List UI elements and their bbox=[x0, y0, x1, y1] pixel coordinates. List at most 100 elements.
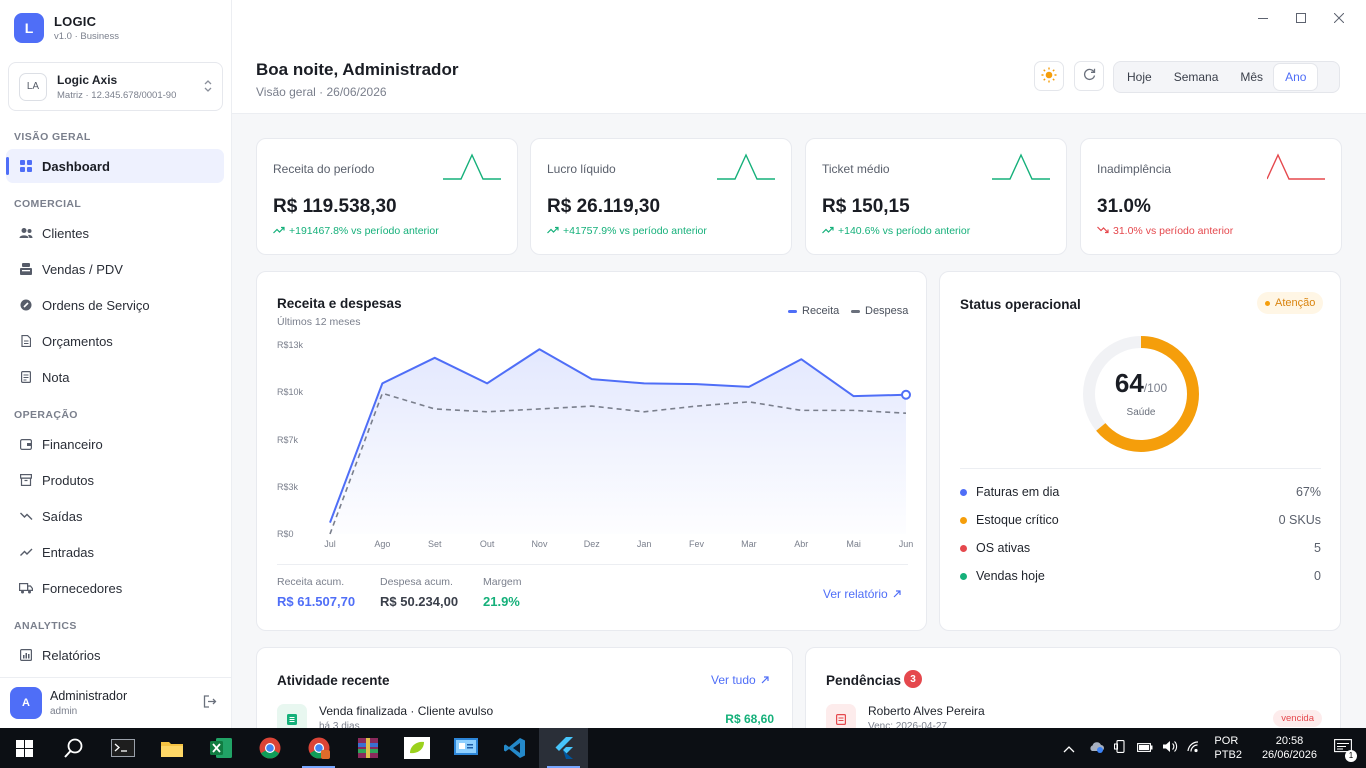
battery-icon[interactable] bbox=[1137, 741, 1153, 756]
activity-title: Atividade recente bbox=[277, 673, 390, 688]
device-icon[interactable] bbox=[1114, 740, 1127, 756]
system-tray: POR PTB2 20:58 26/06/2026 1 bbox=[1063, 728, 1366, 768]
status-row: Estoque crítico 0 SKUs bbox=[960, 513, 1321, 527]
sidebar-item-relatorios[interactable]: Relatórios bbox=[6, 638, 224, 672]
brand-version: v1.0 · Business bbox=[54, 31, 119, 42]
control-panel-icon[interactable] bbox=[441, 728, 490, 768]
company-selector[interactable]: LA Logic Axis Matriz · 12.345.678/0001-9… bbox=[8, 62, 223, 111]
company-sub: Matriz · 12.345.678/0001-90 bbox=[57, 89, 177, 101]
brand: L LOGIC v1.0 · Business bbox=[14, 13, 119, 43]
sidebar-item-produtos[interactable]: Produtos bbox=[6, 463, 224, 497]
windows-start-icon[interactable] bbox=[0, 728, 49, 768]
chrome-profile-icon[interactable] bbox=[294, 728, 343, 768]
stat-receita-value: R$ 61.507,70 bbox=[277, 594, 356, 609]
kpi-value: R$ 119.538,30 bbox=[273, 196, 397, 217]
file-explorer-icon[interactable] bbox=[147, 728, 196, 768]
flutter-icon[interactable] bbox=[539, 728, 588, 768]
view-all-link[interactable]: Ver tudo bbox=[711, 673, 769, 687]
stat-margem-label: Margem bbox=[483, 576, 522, 588]
period-semana[interactable]: Semana bbox=[1163, 64, 1230, 90]
sidebar-item-label: Fornecedores bbox=[42, 580, 123, 596]
excel-icon[interactable] bbox=[196, 728, 245, 768]
sidebar-item-fornecedores[interactable]: Fornecedores bbox=[6, 571, 224, 605]
revenue-chart-card: Receita e despesas Últimos 12 meses Rece… bbox=[256, 271, 927, 631]
sidebar-item-clientes[interactable]: Clientes bbox=[6, 216, 224, 250]
sidebar-item-label: Ordens de Serviço bbox=[42, 297, 150, 313]
receita-point[interactable] bbox=[901, 389, 911, 400]
sparkline bbox=[443, 153, 501, 186]
notification-icon[interactable]: 1 bbox=[1334, 738, 1357, 762]
header bbox=[232, 0, 1366, 114]
wifi-icon[interactable] bbox=[1187, 740, 1202, 756]
activity-item-title: Venda finalizada · Cliente avulso bbox=[319, 704, 494, 718]
period-hoje[interactable]: Hoje bbox=[1116, 64, 1163, 90]
chrome-icon[interactable] bbox=[245, 728, 294, 768]
nav-section-operation: OPERAÇÃO bbox=[14, 409, 78, 421]
period-ano[interactable]: Ano bbox=[1274, 64, 1318, 90]
window-controls bbox=[1256, 10, 1346, 26]
app-green-icon[interactable] bbox=[392, 728, 441, 768]
language-indicator[interactable]: POR PTB2 bbox=[1214, 734, 1242, 762]
theme-toggle-button[interactable] bbox=[1034, 61, 1064, 91]
chevron-up-icon[interactable] bbox=[1063, 741, 1075, 756]
status-card: Status operacional Atenção 64/100 Saúde … bbox=[939, 271, 1341, 631]
trend-up-icon bbox=[273, 225, 289, 237]
sidebar-item-financeiro[interactable]: Financeiro bbox=[6, 427, 224, 461]
close-icon[interactable] bbox=[1332, 10, 1346, 26]
user-role: admin bbox=[50, 706, 78, 717]
trend-down-icon bbox=[19, 509, 33, 523]
taskbar: POR PTB2 20:58 26/06/2026 1 bbox=[0, 728, 1366, 768]
volume-icon[interactable] bbox=[1162, 740, 1178, 756]
kpi-label: Lucro líquido bbox=[547, 162, 616, 176]
sparkline bbox=[992, 153, 1050, 186]
user-name: Administrador bbox=[50, 689, 128, 703]
sidebar-item-dashboard[interactable]: Dashboard bbox=[6, 149, 224, 183]
sidebar-item-nota[interactable]: Nota bbox=[6, 360, 224, 394]
vscode-icon[interactable] bbox=[490, 728, 539, 768]
trend-up-icon bbox=[547, 225, 563, 237]
company-badge: LA bbox=[19, 72, 47, 101]
sidebar-item-orcamentos[interactable]: Orçamentos bbox=[6, 324, 224, 358]
sidebar-item-ordens[interactable]: Ordens de Serviço bbox=[6, 288, 224, 322]
kpi-delta: +140.6% vs período anterior bbox=[822, 225, 970, 237]
period-mes[interactable]: Mês bbox=[1229, 64, 1274, 90]
kpi-card-inadimplencia: Inadimplência 31.0% 31.0% vs período ant… bbox=[1080, 138, 1342, 255]
divider bbox=[960, 468, 1321, 469]
avatar: A bbox=[10, 687, 42, 719]
notification-count: 1 bbox=[1345, 749, 1357, 762]
maximize-icon[interactable] bbox=[1294, 10, 1308, 26]
trend-up-icon bbox=[19, 545, 33, 559]
sparkline bbox=[1266, 153, 1325, 186]
receipt-icon bbox=[19, 370, 33, 384]
kpi-delta: +41757.9% vs período anterior bbox=[547, 225, 707, 237]
stat-despesa-value: R$ 50.234,00 bbox=[380, 594, 459, 609]
search-icon[interactable] bbox=[49, 728, 98, 768]
clock[interactable]: 20:58 26/06/2026 bbox=[1262, 734, 1317, 762]
sidebar-item-label: Produtos bbox=[42, 472, 95, 488]
sidebar-item-label: Relatórios bbox=[42, 647, 101, 663]
sidebar-item-label: Orçamentos bbox=[42, 333, 113, 349]
logout-icon[interactable] bbox=[203, 695, 217, 711]
pending-title: Pendências bbox=[826, 673, 902, 688]
sidebar-item-entradas[interactable]: Entradas bbox=[6, 535, 224, 569]
sparkline bbox=[717, 153, 775, 186]
kpi-delta: 31.0% vs período anterior bbox=[1097, 225, 1233, 237]
status-row: Faturas em dia 67% bbox=[960, 485, 1321, 499]
minimize-icon[interactable] bbox=[1256, 10, 1270, 26]
sidebar-item-saidas[interactable]: Saídas bbox=[6, 499, 224, 533]
terminal-icon[interactable] bbox=[98, 728, 147, 768]
status-row: OS ativas 5 bbox=[960, 541, 1321, 555]
pending-item-title: Roberto Alves Pereira bbox=[868, 704, 985, 718]
status-row: Vendas hoje 0 bbox=[960, 569, 1321, 583]
arrow-up-right-icon bbox=[761, 673, 769, 687]
view-report-link[interactable]: Ver relatório bbox=[823, 587, 901, 601]
pending-count-badge: 3 bbox=[904, 670, 922, 688]
winrar-icon[interactable] bbox=[343, 728, 392, 768]
page-subtitle: Visão geral · 26/06/2026 bbox=[256, 85, 387, 99]
chart-plot bbox=[329, 348, 911, 535]
status-title: Status operacional bbox=[960, 297, 1081, 312]
refresh-button[interactable] bbox=[1074, 61, 1104, 91]
chevron-updown-icon bbox=[204, 80, 212, 93]
sidebar-item-vendas[interactable]: Vendas / PDV bbox=[6, 252, 224, 286]
cloud-sync-icon[interactable] bbox=[1088, 740, 1105, 756]
